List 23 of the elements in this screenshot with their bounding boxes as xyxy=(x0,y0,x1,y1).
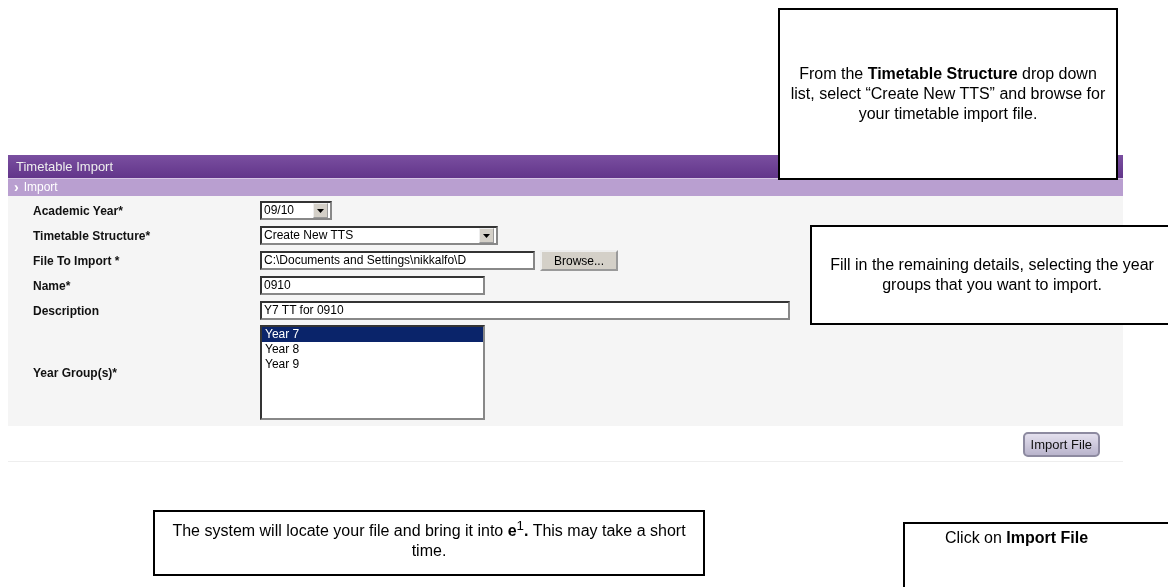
dropdown[interactable]: 09/10 xyxy=(260,201,332,220)
list-option[interactable]: Year 8 xyxy=(262,342,483,357)
callout-text: The system will locate your file and bring it into e$^{1}$. This may take a short time. xyxy=(171,517,687,562)
field-label: Year Group(s)* xyxy=(33,365,119,380)
chevron-icon: › xyxy=(14,179,19,196)
list-box[interactable]: Year 7 Year 8 Year 9 xyxy=(260,325,485,420)
callout-text: From the Timetable Structure drop down list, select “Create New TTS” and browse for your timetable import file. xyxy=(790,64,1106,124)
field-label: Timetable Structure* xyxy=(33,228,152,243)
field-label: File To Import * xyxy=(33,253,121,268)
list-option[interactable]: Year 7 xyxy=(262,327,483,342)
callout-text: Fill in the remaining details, selecting the year groups that you want to import. xyxy=(829,255,1155,295)
browse-button[interactable]: Browse... xyxy=(540,250,618,271)
list-option[interactable]: Year 9 xyxy=(262,357,483,372)
section-label: Import xyxy=(23,179,58,196)
callout-text: Click on Import File xyxy=(945,528,1090,548)
field-label: Description xyxy=(33,303,100,318)
field-label: Name* xyxy=(33,278,72,293)
input-field[interactable]: 0910 xyxy=(260,276,485,295)
input-field[interactable]: Y7 TT for 0910 xyxy=(260,301,790,320)
dropdown[interactable]: Create New TTS xyxy=(260,226,498,245)
field-label: Academic Year* xyxy=(33,203,124,218)
import-file-button[interactable]: Import File xyxy=(1022,432,1100,457)
input-field[interactable]: C:\Documents and Settings\nikkalfo\D xyxy=(260,251,535,270)
